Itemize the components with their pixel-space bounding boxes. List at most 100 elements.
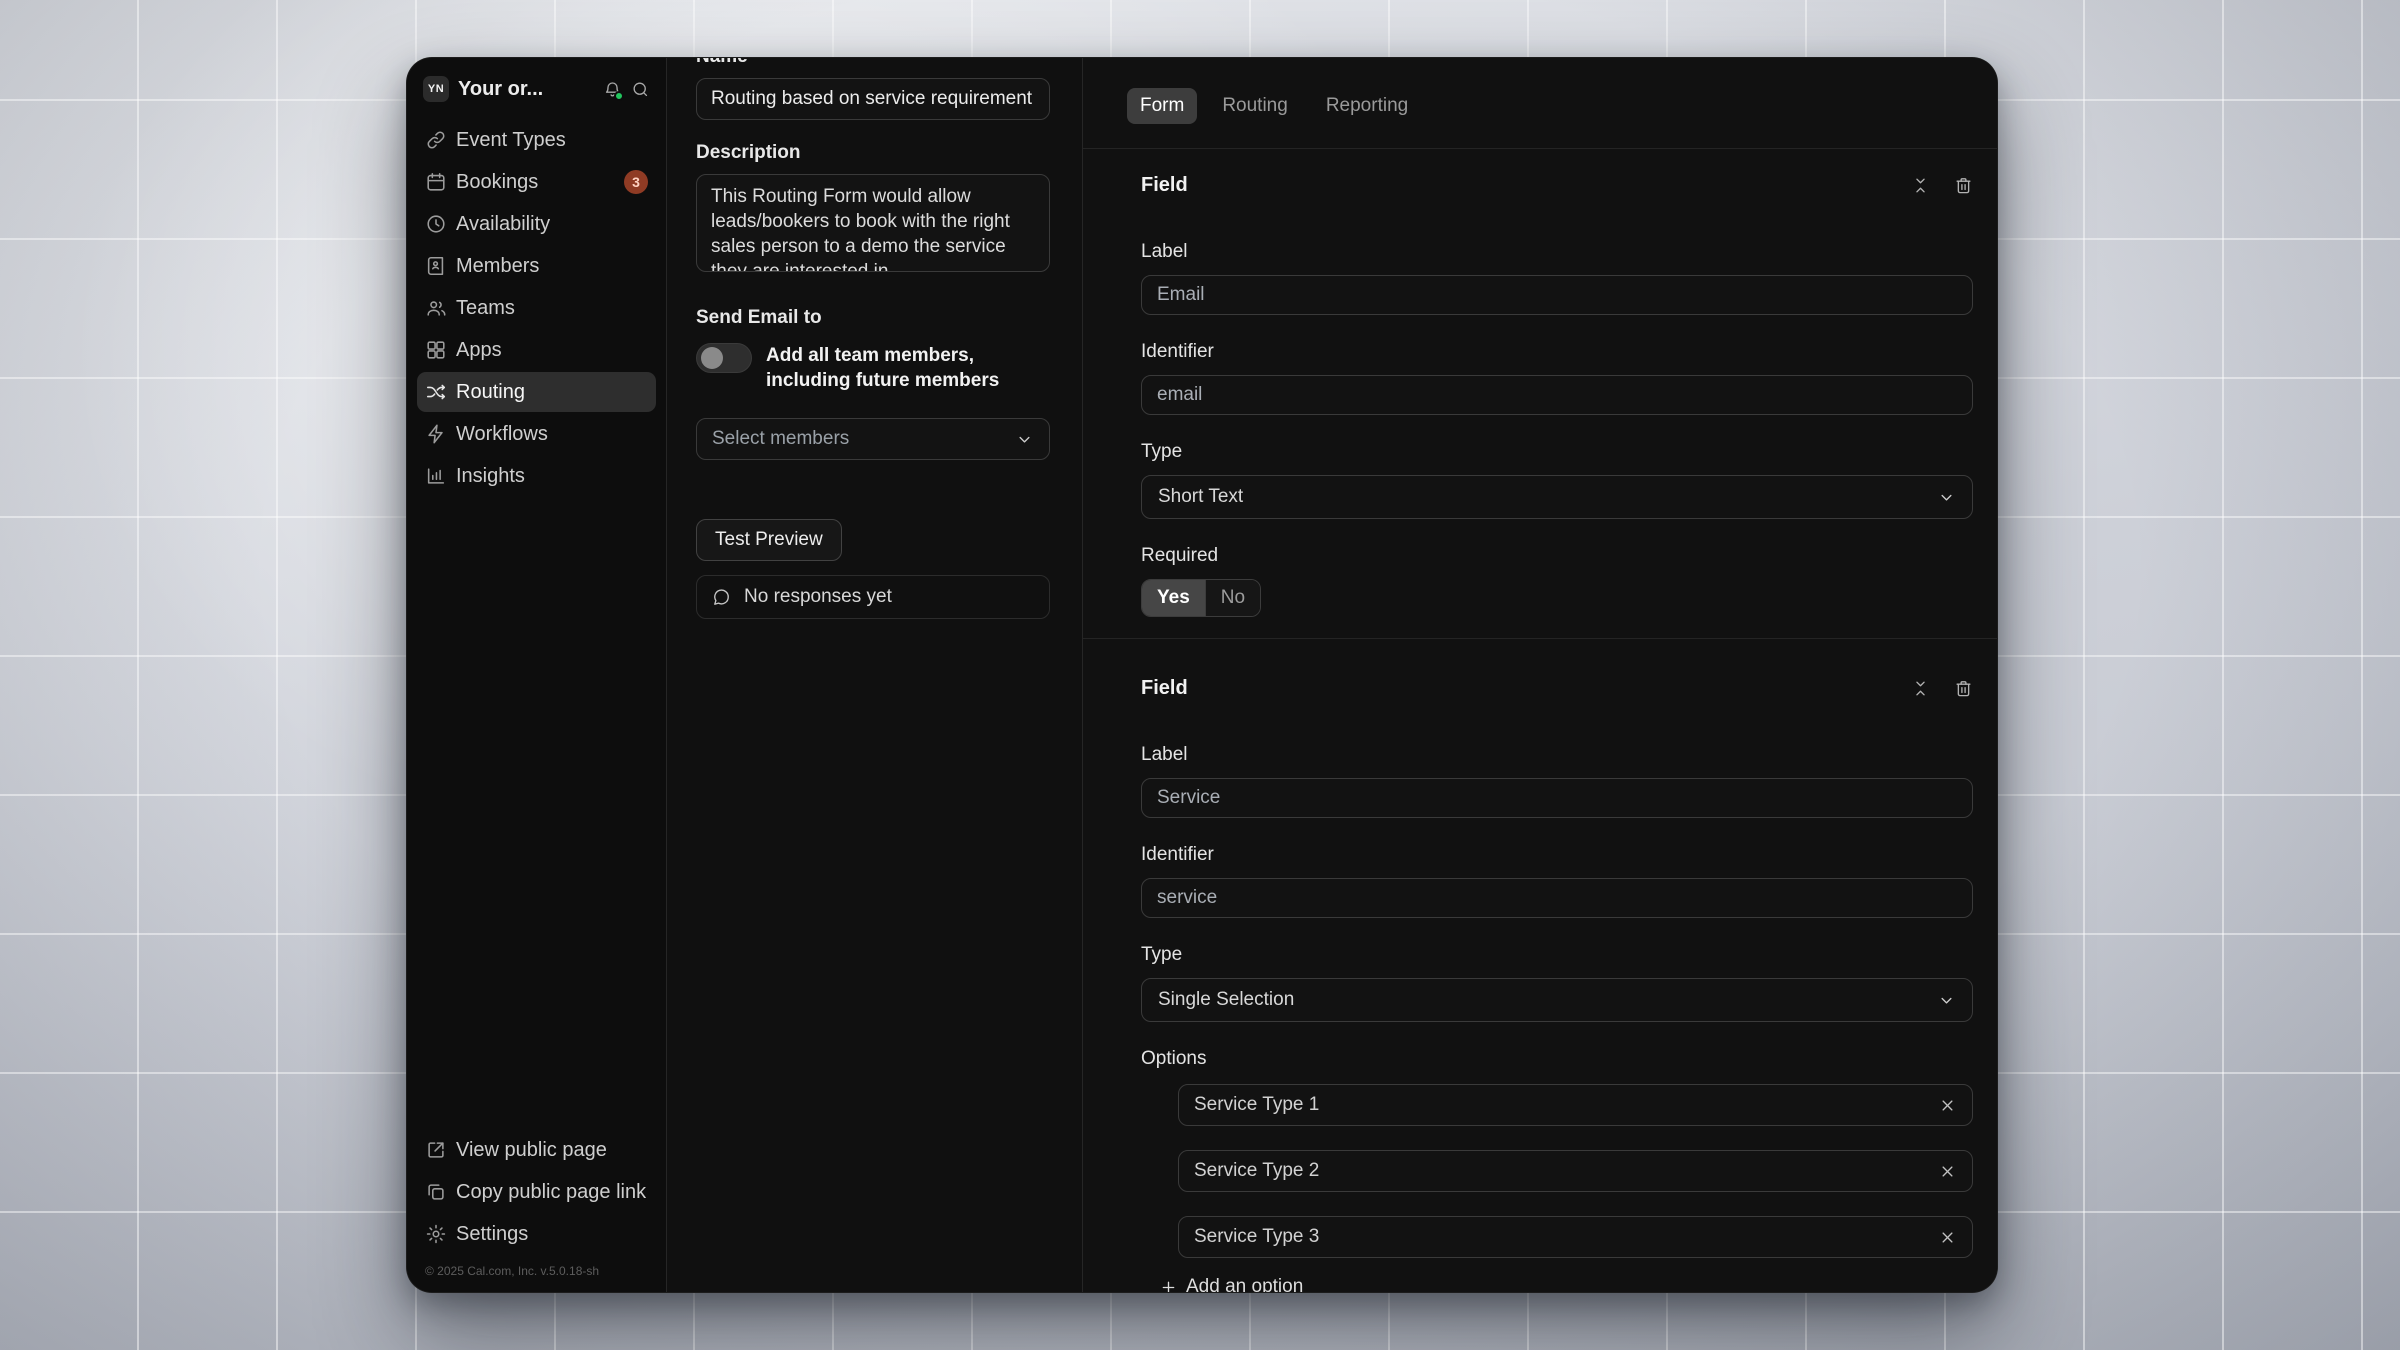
clock-icon — [425, 213, 447, 235]
sidebar-header: YN Your or... — [417, 74, 656, 104]
org-switcher[interactable]: YN Your or... — [423, 76, 594, 102]
sidebar-footer: View public page Copy public page link S… — [417, 1130, 656, 1278]
test-preview-button[interactable]: Test Preview — [696, 519, 842, 561]
field-card-header: Field — [1141, 174, 1973, 197]
required-no-button[interactable]: No — [1205, 580, 1260, 616]
chevron-down-icon — [1937, 488, 1956, 507]
sidebar-item-workflows[interactable]: Workflows — [417, 414, 656, 454]
team-members-toggle[interactable] — [696, 343, 752, 373]
sidebar-item-event-types[interactable]: Event Types — [417, 120, 656, 160]
desktop-background: YN Your or... Event Types Bo — [0, 0, 2400, 1350]
field-card-title: Field — [1141, 677, 1188, 700]
description-label: Description — [696, 142, 1050, 164]
sidebar-item-label: Apps — [456, 339, 502, 362]
sidebar-item-settings[interactable]: Settings — [417, 1214, 656, 1254]
sidebar-item-label: Settings — [456, 1223, 528, 1246]
toggle-knob — [701, 347, 723, 369]
tab-bar: Form Routing Reporting — [1083, 58, 1997, 149]
select-members-placeholder: Select members — [712, 428, 849, 450]
sidebar-item-label: Copy public page link — [456, 1181, 646, 1204]
message-bubble-icon — [712, 588, 731, 607]
options-label: Options — [1141, 1048, 1973, 1070]
option-value: Service Type 2 — [1194, 1160, 1319, 1182]
view-public-page-link[interactable]: View public page — [417, 1130, 656, 1170]
field-type-select[interactable]: Single Selection — [1141, 978, 1973, 1022]
grid-icon — [425, 339, 447, 361]
team-members-toggle-label: Add all team members, including future m… — [766, 343, 1050, 393]
sidebar-item-label: Event Types — [456, 129, 566, 152]
calendar-icon — [425, 171, 447, 193]
field-identifier-input[interactable] — [1141, 375, 1973, 415]
search-icon[interactable] — [631, 80, 650, 99]
option-row[interactable]: Service Type 3 — [1178, 1216, 1973, 1258]
tab-form[interactable]: Form — [1127, 88, 1197, 124]
chevron-down-icon — [1937, 991, 1956, 1010]
sidebar-item-label: Workflows — [456, 423, 548, 446]
bookings-count-badge: 3 — [624, 170, 648, 194]
field-card-title: Field — [1141, 174, 1188, 197]
gear-icon — [425, 1223, 447, 1245]
options-list: Service Type 1 Service Type 2 Service Ty… — [1178, 1084, 1973, 1258]
field-label-input[interactable] — [1141, 778, 1973, 818]
app-window: YN Your or... Event Types Bo — [406, 57, 1998, 1293]
chart-icon — [425, 465, 447, 487]
field-card-actions — [1911, 679, 1973, 698]
tab-reporting[interactable]: Reporting — [1313, 88, 1421, 124]
org-avatar: YN — [423, 76, 449, 102]
sidebar-item-label: Routing — [456, 381, 525, 404]
presence-dot — [614, 91, 624, 101]
required-segmented-control: Yes No — [1141, 579, 1261, 617]
sidebar-nav: Event Types Bookings 3 Availability Memb… — [417, 120, 656, 498]
field-card-actions — [1911, 176, 1973, 195]
route-icon — [425, 381, 447, 403]
type-label: Type — [1141, 944, 1973, 966]
remove-option-icon[interactable] — [1938, 1228, 1957, 1247]
remove-option-icon[interactable] — [1938, 1096, 1957, 1115]
remove-option-icon[interactable] — [1938, 1162, 1957, 1181]
field-type-value: Single Selection — [1158, 989, 1294, 1011]
sidebar-item-label: Insights — [456, 465, 525, 488]
field-identifier-input[interactable] — [1141, 878, 1973, 918]
description-textarea[interactable]: This Routing Form would allow leads/book… — [696, 174, 1050, 272]
sidebar-item-teams[interactable]: Teams — [417, 288, 656, 328]
identifier-label: Identifier — [1141, 844, 1973, 866]
field-type-select[interactable]: Short Text — [1141, 475, 1973, 519]
type-label: Type — [1141, 441, 1973, 463]
send-email-label: Send Email to — [696, 307, 1050, 329]
sidebar-item-bookings[interactable]: Bookings 3 — [417, 162, 656, 202]
responses-status-text: No responses yet — [744, 586, 892, 608]
sidebar-item-label: View public page — [456, 1139, 607, 1162]
plus-icon — [1159, 1278, 1178, 1293]
option-value: Service Type 1 — [1194, 1094, 1319, 1116]
sidebar-item-label: Bookings — [456, 171, 538, 194]
external-link-icon — [425, 1139, 447, 1161]
field-label-input[interactable] — [1141, 275, 1973, 315]
add-option-button[interactable]: Add an option — [1159, 1276, 1303, 1292]
field-type-value: Short Text — [1158, 486, 1243, 508]
add-option-label: Add an option — [1186, 1276, 1303, 1292]
required-yes-button[interactable]: Yes — [1142, 580, 1205, 616]
zap-icon — [425, 423, 447, 445]
collapse-icon[interactable] — [1911, 176, 1930, 195]
sidebar-item-apps[interactable]: Apps — [417, 330, 656, 370]
sidebar-item-availability[interactable]: Availability — [417, 204, 656, 244]
copy-public-page-link[interactable]: Copy public page link — [417, 1172, 656, 1212]
notifications-icon[interactable] — [603, 80, 622, 99]
sidebar-item-insights[interactable]: Insights — [417, 456, 656, 496]
sidebar-item-label: Availability — [456, 213, 550, 236]
trash-icon[interactable] — [1954, 679, 1973, 698]
sidebar-item-members[interactable]: Members — [417, 246, 656, 286]
trash-icon[interactable] — [1954, 176, 1973, 195]
sidebar-item-routing[interactable]: Routing — [417, 372, 656, 412]
option-value: Service Type 3 — [1194, 1226, 1319, 1248]
tab-routing[interactable]: Routing — [1209, 88, 1301, 124]
field-card-service: Field Label Identifier Type Single Selec… — [1083, 639, 1997, 1292]
select-members-dropdown[interactable]: Select members — [696, 418, 1050, 460]
form-name-input[interactable] — [696, 78, 1050, 120]
field-card-header: Field — [1141, 677, 1973, 700]
form-settings-panel: Name Description This Routing Form would… — [667, 58, 1083, 1292]
collapse-icon[interactable] — [1911, 679, 1930, 698]
option-row[interactable]: Service Type 1 — [1178, 1084, 1973, 1126]
option-row[interactable]: Service Type 2 — [1178, 1150, 1973, 1192]
sidebar: YN Your or... Event Types Bo — [407, 58, 667, 1292]
